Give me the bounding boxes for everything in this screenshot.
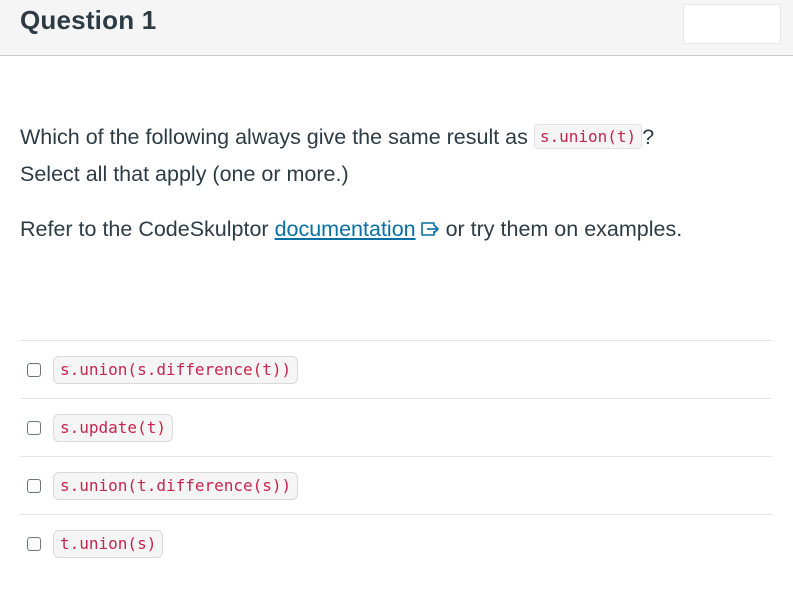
reference-prefix: Refer to the CodeSkulptor — [20, 217, 275, 241]
question-title: Question 1 — [20, 5, 157, 35]
answer-label: s.union(t.difference(s)) — [53, 471, 299, 500]
answer-option[interactable]: s.union(t.difference(s)) — [20, 457, 772, 515]
answer-checkbox[interactable] — [27, 478, 41, 493]
answer-checkbox[interactable] — [27, 536, 41, 551]
question-inline-code: s.union(t) — [533, 124, 643, 149]
question-prompt: Which of the following always give the s… — [20, 118, 760, 248]
answer-option[interactable]: s.update(t) — [20, 399, 772, 457]
question-text-prefix: Which of the following always give the s… — [20, 125, 534, 149]
reference-text: Refer to the CodeSkulptor documentation … — [20, 211, 760, 248]
answer-label: t.union(s) — [53, 529, 164, 558]
points-box — [683, 4, 781, 44]
answer-checkbox[interactable] — [27, 420, 41, 435]
answer-list: s.union(s.difference(t)) s.update(t) s.u… — [20, 340, 772, 572]
documentation-link[interactable]: documentation — [275, 217, 416, 241]
question-instruction: Select all that apply (one or more.) — [20, 162, 349, 186]
answer-checkbox[interactable] — [27, 362, 41, 377]
answer-option[interactable]: s.union(s.difference(t)) — [20, 341, 772, 399]
question-text: Which of the following always give the s… — [20, 118, 760, 193]
answer-option[interactable]: t.union(s) — [20, 515, 772, 572]
question-header: Question 1 — [0, 0, 793, 56]
answer-label: s.update(t) — [53, 413, 173, 442]
question-text-suffix: ? — [642, 125, 655, 149]
external-link-icon[interactable] — [420, 220, 440, 238]
reference-suffix: or try them on examples. — [439, 217, 683, 241]
answer-label: s.union(s.difference(t)) — [53, 355, 299, 384]
